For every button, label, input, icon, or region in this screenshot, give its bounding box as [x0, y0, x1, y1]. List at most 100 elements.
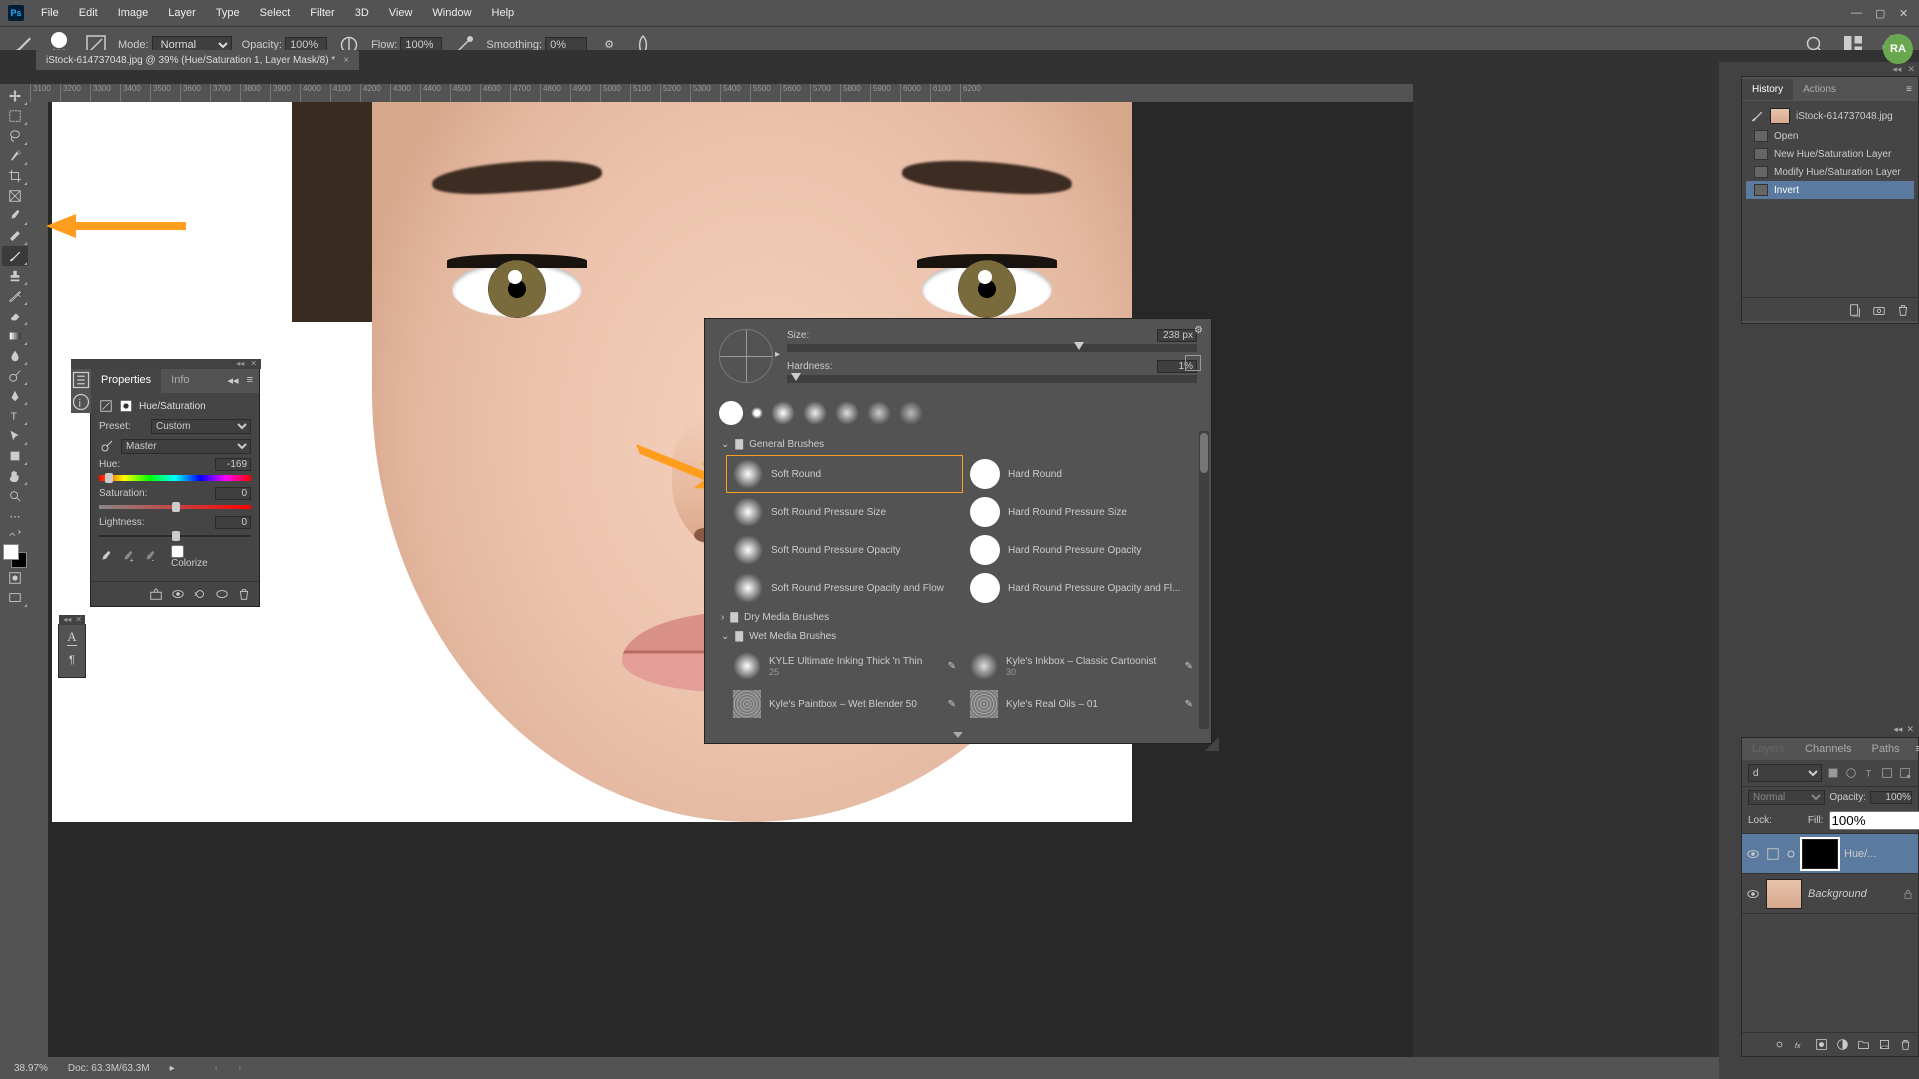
menu-edit[interactable]: Edit: [70, 3, 107, 23]
panel-collapse-icon[interactable]: ◂◂: [228, 374, 239, 388]
eyedropper-tool[interactable]: [2, 206, 28, 226]
menu-3d[interactable]: 3D: [346, 3, 378, 23]
channels-tab[interactable]: Channels: [1795, 738, 1861, 760]
horizontal-ruler[interactable]: 3100320033003400350036003700380039004000…: [30, 84, 1413, 102]
eyedropper-plus-icon[interactable]: +: [121, 550, 135, 564]
doc-size-readout[interactable]: Doc: 63.3M/63.3M: [68, 1063, 150, 1074]
menu-select[interactable]: Select: [251, 3, 300, 23]
brush-kyle-wet-blender[interactable]: Kyle's Paintbox – Wet Blender 50✎: [727, 686, 962, 722]
menu-view[interactable]: View: [380, 3, 422, 23]
delete-layer-icon[interactable]: [1899, 1038, 1912, 1051]
fx-icon[interactable]: fx: [1794, 1038, 1807, 1051]
eyedropper-icon[interactable]: [99, 550, 113, 564]
folder-general[interactable]: ⌄▇General Brushes: [713, 435, 1203, 454]
history-step[interactable]: Open: [1746, 127, 1914, 145]
preset-3[interactable]: [771, 401, 795, 425]
delete-adjustment-icon[interactable]: [237, 587, 251, 601]
tab-close-icon[interactable]: ×: [343, 55, 349, 66]
preset-7[interactable]: [899, 401, 923, 425]
vertical-ruler[interactable]: [30, 102, 48, 1057]
panel-close-icon[interactable]: ✕: [1907, 64, 1915, 76]
dodge-tool[interactable]: [2, 366, 28, 386]
brush-popup-menu-icon[interactable]: ⚙: [1194, 325, 1203, 336]
new-group-icon[interactable]: [1857, 1038, 1870, 1051]
brush-soft-round[interactable]: Soft Round: [727, 456, 962, 492]
character-icon[interactable]: A: [67, 629, 76, 646]
color-swatches[interactable]: [3, 544, 27, 568]
brush-list-scrollbar[interactable]: [1199, 431, 1209, 732]
filter-smart-icon[interactable]: [1898, 766, 1912, 780]
angle-arrow-icon[interactable]: ▸: [775, 349, 780, 360]
menu-image[interactable]: Image: [109, 3, 158, 23]
new-layer-icon[interactable]: [1878, 1038, 1891, 1051]
screenmode-icon[interactable]: [2, 588, 28, 608]
new-snapshot-icon[interactable]: [1872, 303, 1886, 317]
blur-tool[interactable]: [2, 346, 28, 366]
layer-hue-saturation[interactable]: Hue/...: [1742, 834, 1918, 874]
brush-edit-icon[interactable]: ✎: [1185, 699, 1193, 710]
crop-tool[interactable]: [2, 166, 28, 186]
brush-hard-round-pressure-size[interactable]: Hard Round Pressure Size: [964, 494, 1199, 530]
brush-edit-icon[interactable]: ✎: [948, 699, 956, 710]
filter-pixel-icon[interactable]: [1826, 766, 1840, 780]
lightness-slider[interactable]: [99, 531, 251, 541]
folder-wet[interactable]: ⌄▇Wet Media Brushes: [713, 627, 1203, 646]
lasso-tool[interactable]: [2, 126, 28, 146]
layer-mask-thumb[interactable]: [1802, 839, 1838, 869]
preset-select[interactable]: Custom: [151, 419, 251, 434]
history-step[interactable]: Invert: [1746, 181, 1914, 199]
panel-close-icon[interactable]: ✕: [250, 359, 257, 369]
filter-shape-icon[interactable]: [1880, 766, 1894, 780]
visibility-icon[interactable]: [1746, 887, 1760, 901]
panel-menu-icon[interactable]: ≡: [1900, 79, 1918, 100]
properties-icon[interactable]: [71, 369, 91, 391]
menu-file[interactable]: File: [32, 3, 68, 23]
stamp-tool[interactable]: [2, 266, 28, 286]
panel-collapse-icon[interactable]: ◂◂: [1893, 724, 1902, 735]
history-tab[interactable]: History: [1742, 79, 1793, 100]
saturation-value[interactable]: 0: [215, 487, 251, 500]
gradient-tool[interactable]: [2, 326, 28, 346]
clip-to-layer-icon[interactable]: [149, 587, 163, 601]
new-adjustment-icon[interactable]: [1836, 1038, 1849, 1051]
folder-dry[interactable]: ›▇Dry Media Brushes: [713, 608, 1203, 627]
quick-select-tool[interactable]: [2, 146, 28, 166]
new-preset-icon[interactable]: [1185, 355, 1201, 371]
history-step[interactable]: New Hue/Saturation Layer: [1746, 145, 1914, 163]
brush-hard-round-pressure-opacity[interactable]: Hard Round Pressure Opacity: [964, 532, 1199, 568]
brush-hard-round[interactable]: Hard Round: [964, 456, 1199, 492]
menu-window[interactable]: Window: [423, 3, 480, 23]
channel-select[interactable]: Master: [121, 439, 251, 454]
history-snapshot[interactable]: iStock-614737048.jpg: [1746, 105, 1914, 127]
history-step[interactable]: Modify Hue/Saturation Layer: [1746, 163, 1914, 181]
view-previous-icon[interactable]: [171, 587, 185, 601]
hue-slider[interactable]: [99, 473, 251, 483]
lightness-value[interactable]: 0: [215, 516, 251, 529]
targeted-adjust-icon[interactable]: [99, 438, 115, 454]
brush-soft-round-pressure-opacity-flow[interactable]: Soft Round Pressure Opacity and Flow: [727, 570, 962, 606]
popup-resize-corner[interactable]: [1205, 737, 1219, 751]
layer-thumb[interactable]: [1766, 879, 1802, 909]
preset-2[interactable]: [751, 407, 763, 419]
healing-tool[interactable]: [2, 226, 28, 246]
brush-angle-control[interactable]: [719, 329, 773, 383]
panel-menu-icon[interactable]: ≡: [247, 374, 253, 388]
add-mask-icon[interactable]: [1815, 1038, 1828, 1051]
brush-kyle-cartoonist[interactable]: Kyle's Inkbox – Classic Cartoonist30✎: [964, 648, 1199, 684]
panel-close-icon[interactable]: ✕: [1906, 724, 1914, 735]
brush-soft-round-pressure-opacity[interactable]: Soft Round Pressure Opacity: [727, 532, 962, 568]
history-brush-tool[interactable]: [2, 286, 28, 306]
panel-collapse-icon[interactable]: ◂◂: [63, 615, 71, 625]
swap-colors-icon[interactable]: [2, 526, 28, 540]
blend-mode-layer[interactable]: Normal: [1748, 790, 1825, 805]
preset-6[interactable]: [867, 401, 891, 425]
hue-value[interactable]: -169: [215, 458, 251, 471]
menu-help[interactable]: Help: [483, 3, 524, 23]
panel-close-icon[interactable]: ✕: [75, 615, 82, 625]
frame-tool[interactable]: [2, 186, 28, 206]
preset-1[interactable]: [719, 401, 743, 425]
link-layers-icon[interactable]: [1773, 1038, 1786, 1051]
status-arrow-icon[interactable]: ▸: [170, 1063, 175, 1074]
layer-opacity-input[interactable]: [1870, 791, 1912, 804]
panel-menu-icon[interactable]: ≡: [1910, 738, 1919, 760]
